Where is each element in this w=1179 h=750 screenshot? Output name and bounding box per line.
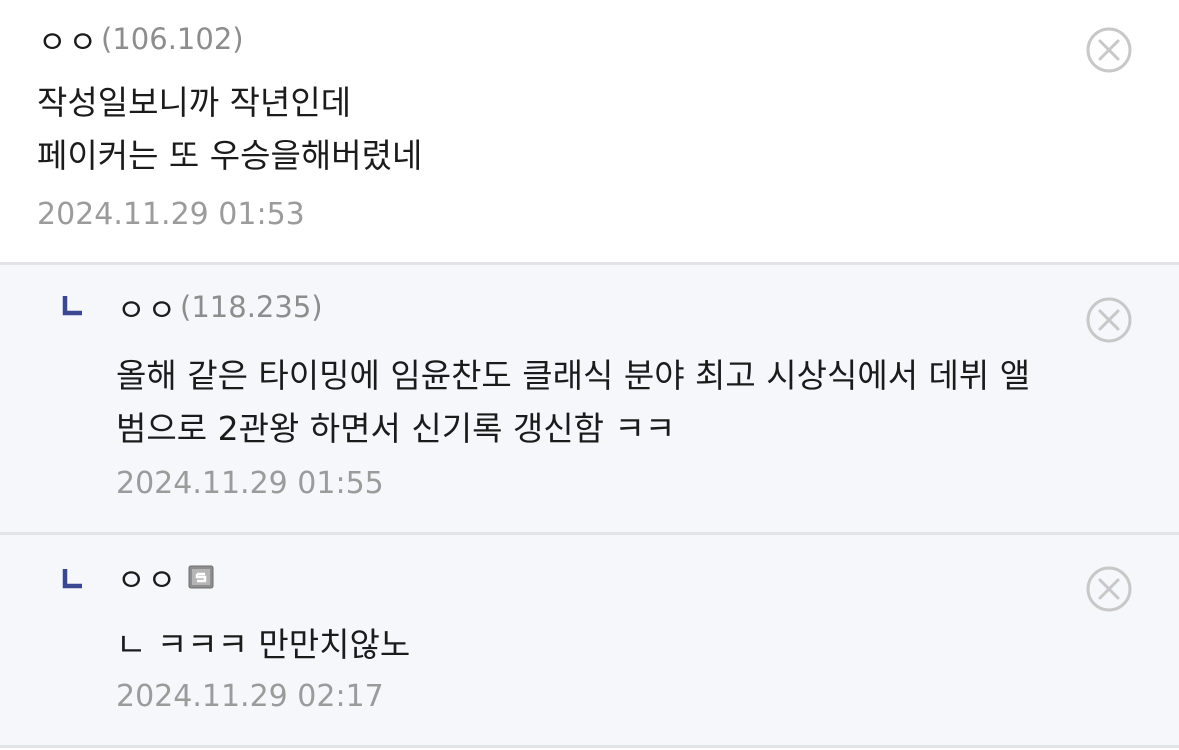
close-circle-icon[interactable] [1085,26,1133,74]
comment-line: 범으로 2관왕 하면서 신기록 갱신함 ㅋㅋ [116,409,676,448]
comment-body: ㄴ ㅋㅋㅋ 만만치않노 [116,618,410,671]
close-circle-icon[interactable] [1085,565,1133,613]
comment-body: 올해 같은 타이밍에 임윤찬도 클래식 분야 최고 시상식에서 데뷔 앨 범으로… [116,349,1030,455]
reply-item: ㅇㅇ ㄴ ㅋㅋㅋ 만만치않노 2024.11.29 02:17 [0,535,1179,748]
comment-nickname[interactable]: ㅇㅇ [117,285,178,330]
fixed-nick-badge-icon [188,565,214,589]
close-circle-icon[interactable] [1085,296,1133,344]
comment-line: 올해 같은 타이밍에 임윤찬도 클래식 분야 최고 시상식에서 데뷔 앨 [116,356,1031,395]
comment-header: ㅇㅇ [117,555,214,600]
comment-item: ㅇㅇ (106.102) 작성일보니까 작년인데 페이커는 또 우승을해버렸네 … [0,0,1179,265]
comment-ip: (106.102) [101,22,244,56]
comment-ip: (118.235) [180,290,323,324]
reply-arrow-icon [62,296,82,316]
comment-date: 2024.11.29 01:55 [116,466,384,501]
reply-item: ㅇㅇ (118.235) 올해 같은 타이밍에 임윤찬도 클래식 분야 최고 시… [0,265,1179,535]
comment-header: ㅇㅇ (118.235) [117,285,323,330]
comment-header: ㅇㅇ (106.102) [38,17,244,62]
comment-line: ㄴ ㅋㅋㅋ 만만치않노 [116,625,411,664]
comment-body: 작성일보니까 작년인데 페이커는 또 우승을해버렸네 [37,76,422,182]
comment-date: 2024.11.29 01:53 [37,197,305,232]
comment-date: 2024.11.29 02:17 [116,679,384,714]
reply-arrow-icon [62,569,82,589]
comment-line: 작성일보니까 작년인데 [37,83,352,122]
comment-nickname[interactable]: ㅇㅇ [117,555,178,600]
comment-nickname[interactable]: ㅇㅇ [38,17,99,62]
comment-line: 페이커는 또 우승을해버렸네 [37,136,423,175]
